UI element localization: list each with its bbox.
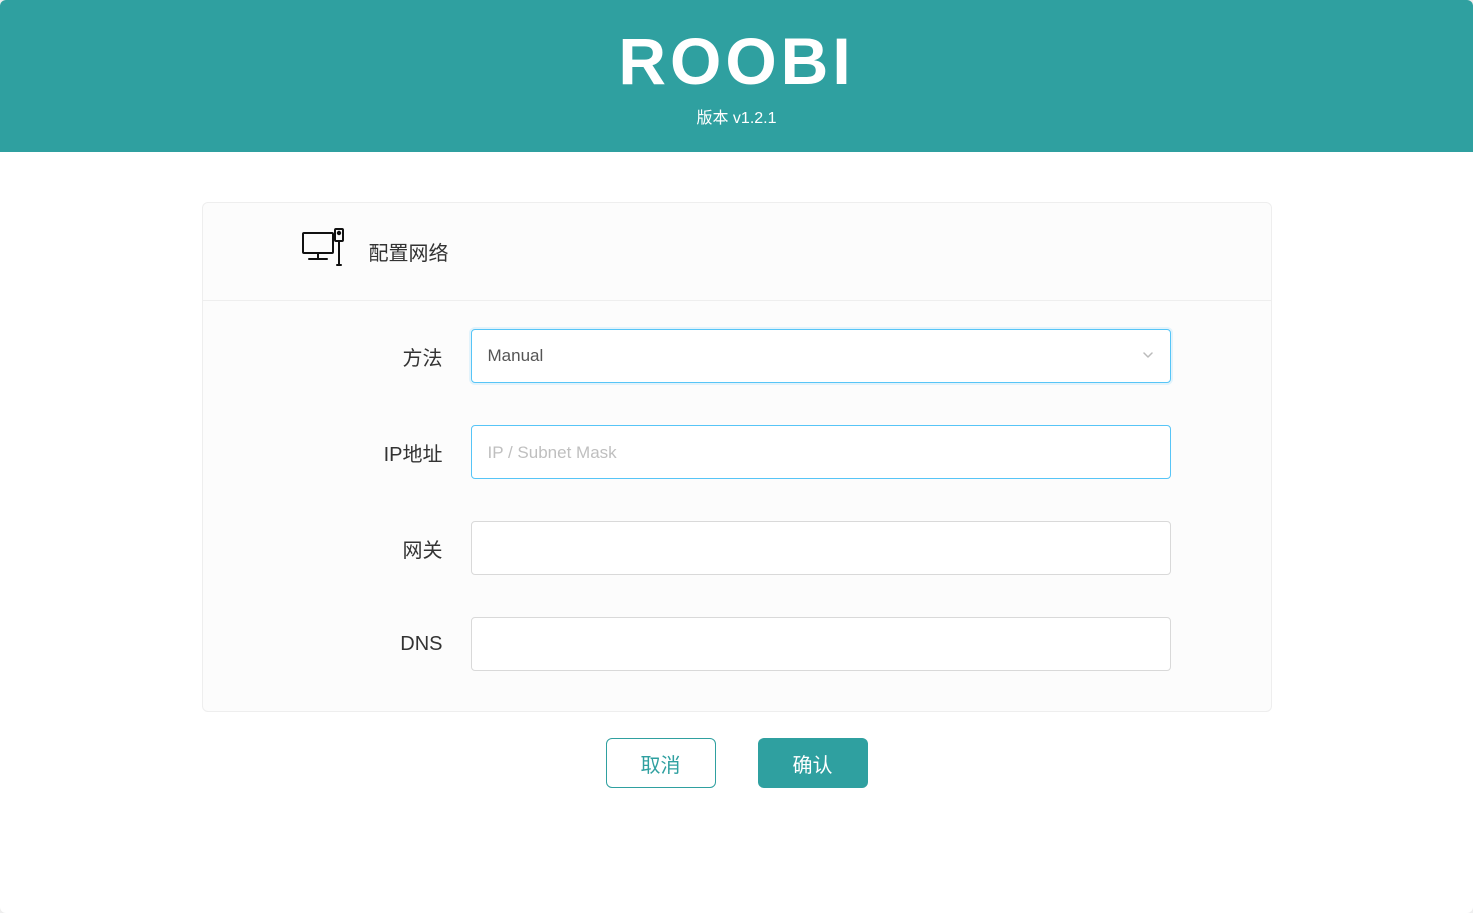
confirm-button-label: 确认 — [793, 749, 833, 778]
method-select[interactable]: Manual — [471, 329, 1171, 383]
app-title: ROOBI — [0, 28, 1473, 94]
header: ROOBI 版本 v1.2.1 — [0, 0, 1473, 152]
confirm-button[interactable]: 确认 — [758, 738, 868, 788]
card-title: 配置网络 — [369, 237, 449, 266]
version-label: 版本 v1.2.1 — [0, 104, 1473, 128]
ip-label: IP地址 — [241, 438, 471, 467]
ip-row: IP地址 — [241, 425, 1233, 479]
dns-row: DNS — [241, 617, 1233, 671]
gateway-control-wrap — [471, 521, 1171, 575]
gateway-label: 网关 — [241, 534, 471, 563]
method-label: 方法 — [241, 342, 471, 371]
content-area: 配置网络 方法 Manual IP地址 — [0, 152, 1473, 913]
ip-control-wrap — [471, 425, 1171, 479]
cancel-button-label: 取消 — [641, 749, 681, 778]
network-config-card: 配置网络 方法 Manual IP地址 — [202, 202, 1272, 712]
dns-input[interactable] — [471, 617, 1171, 671]
chevron-down-icon — [1142, 348, 1154, 364]
dns-label: DNS — [241, 633, 471, 656]
method-select-value: Manual — [488, 346, 544, 366]
method-row: 方法 Manual — [241, 329, 1233, 383]
network-icon — [299, 225, 347, 278]
method-control-wrap: Manual — [471, 329, 1171, 383]
card-header: 配置网络 — [203, 203, 1271, 301]
gateway-input[interactable] — [471, 521, 1171, 575]
dns-control-wrap — [471, 617, 1171, 671]
cancel-button[interactable]: 取消 — [606, 738, 716, 788]
gateway-row: 网关 — [241, 521, 1233, 575]
footer-actions: 取消 确认 — [0, 712, 1473, 828]
card-body: 方法 Manual IP地址 — [203, 301, 1271, 711]
page-container: ROOBI 版本 v1.2.1 配置网络 — [0, 0, 1473, 913]
ip-input[interactable] — [471, 425, 1171, 479]
